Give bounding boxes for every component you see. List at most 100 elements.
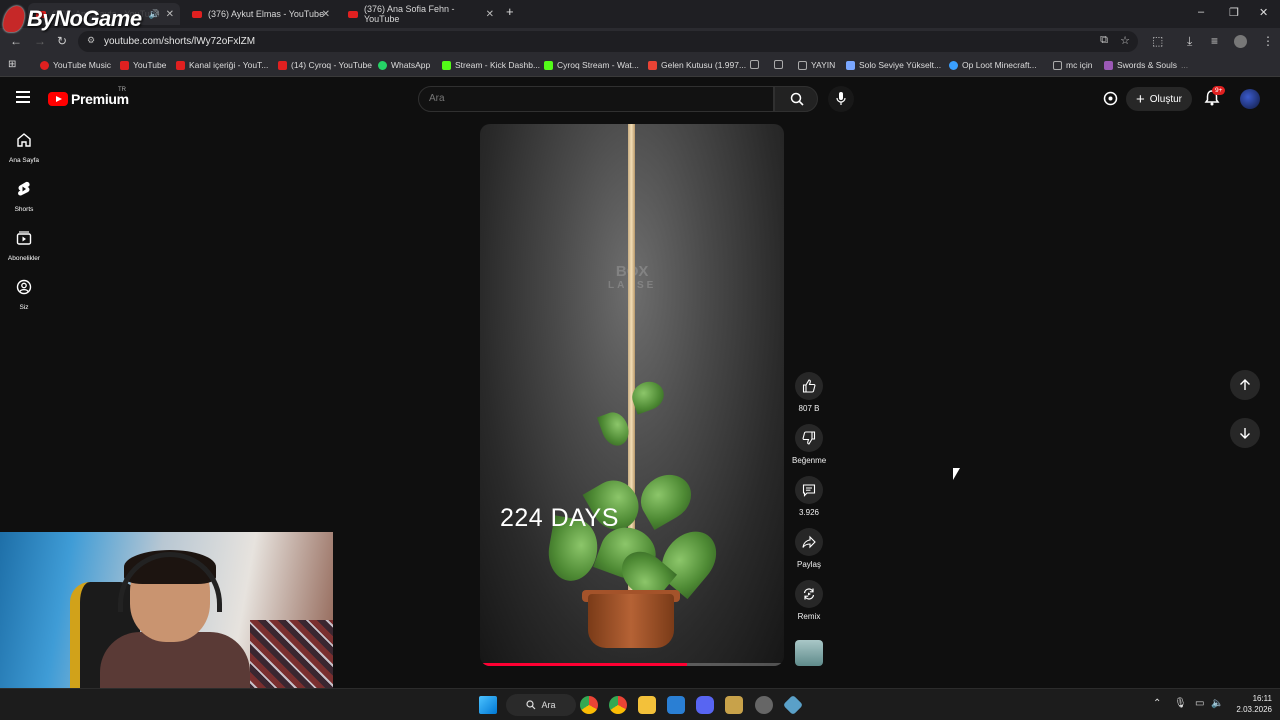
browser-tab[interactable]: (376) Aykut Elmas - YouTube ✕	[184, 3, 336, 25]
browser-menu-icon[interactable]: ⋮	[1262, 34, 1274, 48]
like-button[interactable]: 807 B	[792, 372, 826, 413]
youtube-premium-logo[interactable]: Premium TR	[48, 87, 129, 107]
comment-count: 3.926	[798, 508, 820, 517]
taskbar-search[interactable]: Ara	[506, 694, 576, 716]
comments-button-circle[interactable]	[795, 476, 823, 504]
browser-tab[interactable]: (376) Ana Sofia Fehn - YouTube ✕	[340, 3, 500, 25]
display-tray-icon[interactable]: ▭	[1195, 698, 1204, 709]
dislike-button[interactable]: Beğenme	[792, 424, 826, 465]
comments-button[interactable]: 3.926	[792, 476, 826, 517]
bookmark-label: Op Loot Minecraft...	[962, 60, 1037, 70]
shorts-video-player[interactable]: BOX LAPSE 224 DAYS	[480, 124, 784, 666]
previous-short-button[interactable]	[1230, 370, 1260, 400]
speaker-icon[interactable]: 🔊	[149, 9, 160, 20]
taskbar-search-label: Ara	[541, 700, 556, 710]
bookmark-item[interactable]: Solo Seviye Yükselt...	[846, 60, 941, 70]
bookmark-item[interactable]: WhatsApp	[378, 60, 430, 70]
gmail-icon	[648, 60, 657, 70]
close-tab-icon[interactable]: ✕	[486, 9, 494, 20]
install-app-icon[interactable]: ⧉	[1100, 34, 1108, 47]
url-field[interactable]: ⚙ youtube.com/shorts/lWy72oFxlZM ⧉ ☆	[78, 31, 1138, 52]
bookmark-item[interactable]: Op Loot Minecraft...	[949, 60, 1037, 70]
minimize-icon[interactable]: –	[1198, 6, 1204, 18]
bookmark-folder[interactable]: YAYIN	[798, 60, 835, 70]
close-tab-icon[interactable]: ✕	[322, 9, 330, 20]
sidebar-item-label: Siz	[19, 304, 29, 311]
next-short-button[interactable]	[1230, 418, 1260, 448]
voice-search-button[interactable]	[828, 86, 854, 112]
bookmark-star-icon[interactable]: ☆	[1120, 34, 1130, 47]
bookmark-folder[interactable]	[750, 60, 763, 69]
bookmark-label: Stream - Kick Dashb...	[455, 60, 541, 70]
address-bar-row: ← → ↻ ⚙ youtube.com/shorts/lWy72oFxlZM ⧉…	[0, 28, 1280, 55]
back-icon[interactable]: ←	[10, 34, 22, 48]
upload-live-icon[interactable]	[1103, 91, 1118, 106]
app-icon[interactable]	[755, 696, 773, 714]
bookmark-folder[interactable]: mc için	[1053, 60, 1092, 70]
remix-button-circle[interactable]	[795, 580, 823, 608]
like-button-circle[interactable]	[795, 372, 823, 400]
bookmark-item[interactable]: Kanal içeriği - YouT...	[176, 60, 268, 70]
bookmark-item[interactable]: YouTube Music	[40, 60, 111, 70]
dislike-button-circle[interactable]	[795, 424, 823, 452]
audio-source-thumbnail[interactable]	[795, 640, 823, 666]
download-icon[interactable]: ⤓	[1187, 34, 1192, 49]
microphone-tray-icon[interactable]: 🎙	[1174, 698, 1187, 709]
reload-icon[interactable]: ↻	[57, 34, 67, 48]
arrow-up-icon	[1240, 379, 1250, 390]
app-icon[interactable]	[725, 696, 743, 714]
remix-button[interactable]: Remix	[792, 580, 826, 621]
windows-start-icon[interactable]	[479, 696, 497, 714]
create-label: Oluştur	[1149, 93, 1182, 105]
share-button[interactable]: Paylaş	[792, 528, 826, 569]
video-progress-track[interactable]	[480, 663, 784, 666]
chrome-icon[interactable]	[609, 696, 627, 714]
browser-tab-strip: (376) Ana Sayfa - YouTube 🔊 ✕ (376) Ayku…	[0, 0, 1280, 28]
bookmark-label: YouTube Music	[53, 60, 111, 70]
new-tab-button[interactable]: +	[506, 4, 514, 19]
share-button-circle[interactable]	[795, 528, 823, 556]
sidebar-item-home[interactable]: Ana Sayfa	[0, 132, 48, 164]
app-icon[interactable]	[667, 696, 685, 714]
profile-icon[interactable]	[1234, 35, 1247, 48]
search-input[interactable]	[429, 93, 759, 104]
bookmark-label: YouTube	[133, 60, 167, 70]
account-avatar[interactable]	[1240, 89, 1260, 109]
extensions-icon[interactable]: ⬚	[1152, 34, 1163, 48]
reading-list-icon[interactable]: ≡	[1211, 34, 1218, 48]
bookmark-item[interactable]: YouTube	[120, 60, 166, 70]
bookmark-item[interactable]: Cyroq Stream - Wat...	[544, 60, 639, 70]
close-tab-icon[interactable]: ✕	[166, 9, 174, 20]
site-info-icon[interactable]: ⚙	[87, 35, 95, 46]
bookmark-item[interactable]: Swords & Souls...	[1104, 60, 1188, 70]
create-button[interactable]: + Oluştur	[1126, 87, 1192, 111]
url-text: youtube.com/shorts/lWy72oFxlZM	[104, 36, 256, 47]
forward-icon[interactable]: →	[34, 34, 46, 48]
search-button[interactable]	[774, 86, 818, 112]
search-icon	[790, 92, 804, 106]
close-window-icon[interactable]: ✕	[1259, 6, 1268, 19]
sidebar-item-you[interactable]: Siz	[0, 279, 48, 311]
apps-grid-icon[interactable]: ⊞	[8, 59, 16, 70]
file-explorer-icon[interactable]	[638, 696, 656, 714]
bookmark-favicon-icon	[846, 60, 855, 70]
tray-chevron-icon[interactable]: ⌃	[1153, 698, 1161, 709]
bookmark-label: Cyroq Stream - Wat...	[557, 60, 639, 70]
maximize-icon[interactable]: ❐	[1229, 6, 1239, 19]
folder-icon	[750, 60, 759, 69]
sidebar-item-subscriptions[interactable]: Abonelikler	[0, 230, 48, 262]
arrow-down-icon	[1240, 428, 1250, 439]
sidebar-item-shorts[interactable]: Shorts	[0, 181, 48, 213]
bookmark-item[interactable]: Gelen Kutusu (1.997...	[648, 60, 746, 70]
hamburger-menu-icon[interactable]	[16, 91, 30, 103]
bookmark-item[interactable]: Stream - Kick Dashb...	[442, 60, 540, 70]
bookmark-item[interactable]: (14) Cyroq - YouTube	[278, 60, 372, 70]
taskbar-clock[interactable]: 16:11 2.03.2026	[1222, 693, 1272, 715]
chrome-icon[interactable]	[580, 696, 598, 714]
like-count: 807 B	[798, 404, 820, 413]
dislike-label: Beğenme	[792, 456, 827, 465]
app-icon[interactable]	[782, 694, 804, 716]
bookmark-folder[interactable]	[774, 60, 787, 69]
plant-pot	[588, 594, 674, 648]
discord-icon[interactable]	[696, 696, 714, 714]
